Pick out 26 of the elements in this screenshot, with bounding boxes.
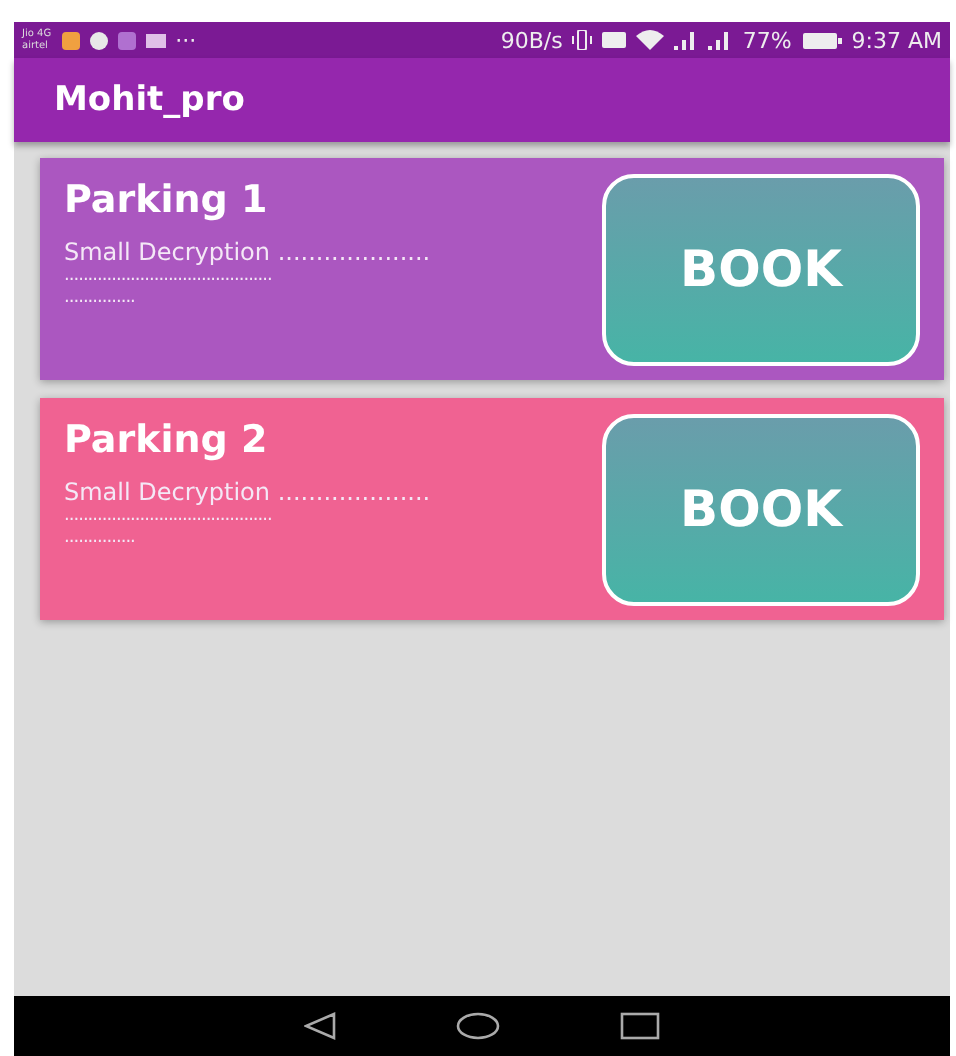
- back-icon[interactable]: [304, 1012, 336, 1040]
- book-button[interactable]: BOOK: [602, 413, 920, 605]
- dotted-line: ............................................: [64, 266, 272, 288]
- signal-icon: [674, 30, 699, 50]
- home-icon[interactable]: [456, 1012, 500, 1040]
- dotted-line: ............................................: [64, 506, 272, 528]
- recents-icon[interactable]: [620, 1012, 660, 1040]
- network-speed: 90B/s: [500, 27, 563, 53]
- signal-icon: [708, 30, 733, 50]
- app-icon: [117, 31, 136, 49]
- more-notifications: ···: [175, 27, 197, 53]
- parking-title: Parking 2: [64, 418, 270, 462]
- parking-title: Parking 1: [64, 178, 270, 222]
- battery-percent: 77%: [742, 27, 792, 53]
- dotted-line: ...............: [64, 528, 135, 550]
- vibrate-icon: [572, 30, 593, 50]
- parking-description: Small Decryption ....................: [64, 478, 431, 506]
- book-button[interactable]: BOOK: [602, 173, 920, 365]
- parking-description: Small Decryption ....................: [64, 238, 431, 266]
- wifi-icon: [636, 30, 665, 50]
- battery-icon: [801, 31, 842, 49]
- app-title: Mohit_pro: [54, 80, 245, 120]
- app-icon: [61, 31, 80, 49]
- clock-time: 9:37 AM: [851, 27, 942, 53]
- mail-icon: [145, 33, 166, 47]
- dotted-line: ...............: [64, 288, 135, 310]
